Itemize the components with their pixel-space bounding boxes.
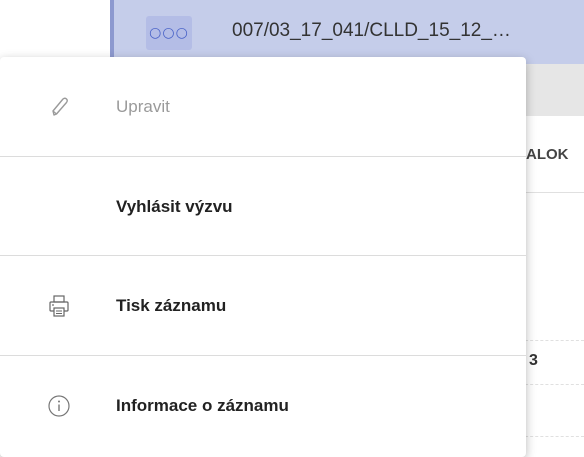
info-icon	[46, 393, 72, 419]
more-actions-button[interactable]: ○○○	[146, 16, 192, 50]
menu-item-edit: Upravit	[0, 57, 526, 156]
menu-item-record-info[interactable]: Informace o záznamu	[0, 356, 526, 455]
menu-item-label: Tisk záznamu	[116, 295, 227, 315]
menu-item-announce-call[interactable]: Vyhlásit výzvu	[0, 157, 526, 256]
printer-icon	[46, 293, 72, 319]
row-divider	[520, 340, 584, 342]
context-menu: Upravit Vyhlásit výzvu Tisk záznamu Info…	[0, 57, 526, 457]
menu-item-label: Vyhlásit výzvu	[116, 196, 233, 216]
menu-item-label: Informace o záznamu	[116, 395, 289, 415]
column-header[interactable]: ALOK	[526, 146, 569, 163]
pencil-icon	[46, 94, 72, 120]
header-divider	[520, 192, 584, 193]
menu-item-label: Upravit	[116, 96, 170, 116]
menu-item-print-record[interactable]: Tisk záznamu	[0, 256, 526, 355]
row-divider	[520, 384, 584, 386]
table-cell-value: 3	[529, 352, 538, 369]
row-divider	[520, 436, 584, 438]
record-id-text: 007/03_17_041/CLLD_15_12_…	[232, 20, 511, 41]
